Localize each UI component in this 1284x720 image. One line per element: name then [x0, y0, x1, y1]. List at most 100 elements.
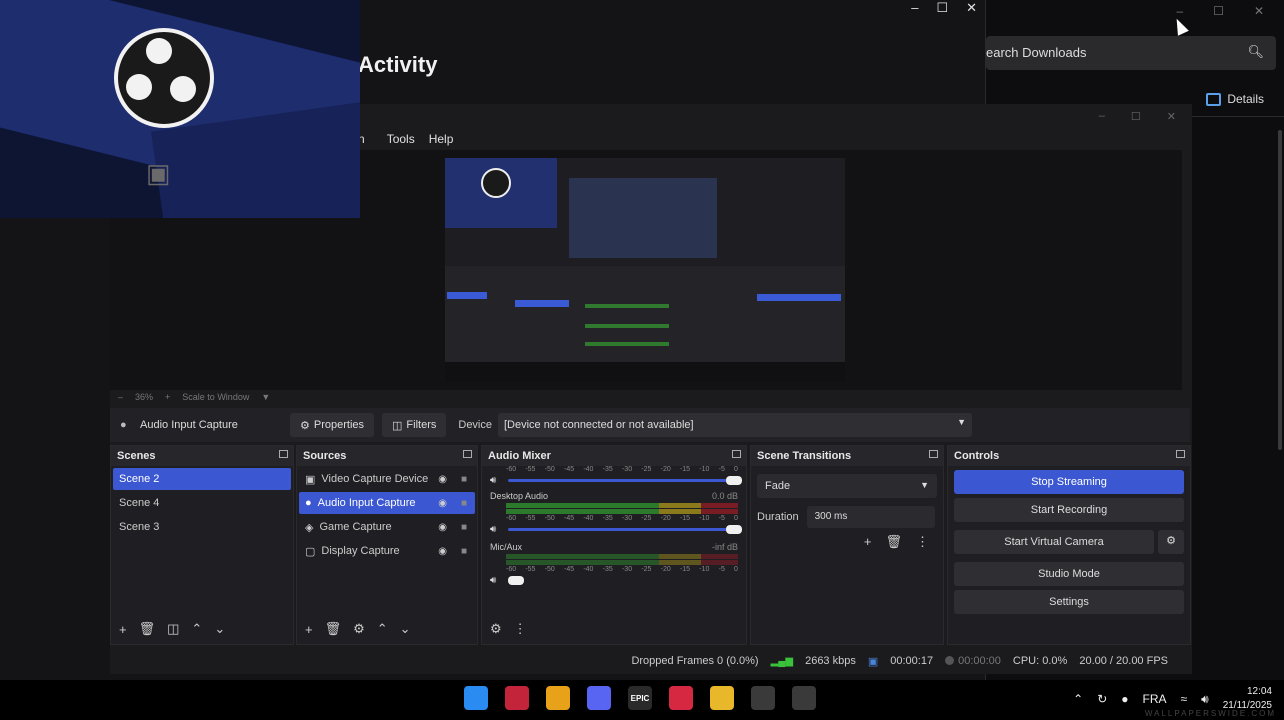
microphone-icon[interactable]: ● [1121, 692, 1128, 706]
scenes-footer: + 🗑︎ ◫ ⌃ ⌄ [111, 614, 293, 644]
app-red-icon[interactable] [505, 686, 529, 710]
camera-preview-overlay: ▣ [0, 0, 360, 218]
source-item[interactable]: ▣ Video Capture Device ◉ ■ [299, 468, 475, 490]
lock-icon[interactable]: ■ [461, 498, 467, 509]
studio-mode-button[interactable]: Studio Mode [954, 562, 1184, 586]
scene-item[interactable]: Scene 3 [113, 516, 291, 538]
search-icon[interactable]: 🔍︎ [1247, 44, 1264, 60]
obs-live-icon[interactable] [792, 686, 816, 710]
watermark: WALLPAPERSWIDE.COM [1144, 709, 1276, 718]
camera-off-icon: ▣ [146, 158, 171, 188]
add-icon[interactable]: + [305, 622, 313, 637]
source-item[interactable]: ◈ Game Capture ◉ ■ [299, 516, 475, 538]
lock-icon[interactable]: ■ [461, 546, 467, 557]
scenes-title: Scenes [117, 450, 156, 462]
zoom-out-button[interactable]: – [118, 392, 123, 402]
scale-tick: -5 [718, 466, 725, 473]
start-recording-button[interactable]: Start Recording [954, 498, 1184, 522]
duration-input[interactable]: 300 ms [806, 506, 935, 528]
maximize-button[interactable]: ☐ [936, 0, 948, 16]
trash-icon[interactable]: 🗑︎ [139, 621, 156, 637]
search-downloads-input[interactable]: earch Downloads 🔍︎ [986, 36, 1276, 70]
settings-button[interactable]: Settings [954, 590, 1184, 614]
sync-icon[interactable]: ↻ [1097, 692, 1107, 706]
chevron-up-icon[interactable]: ⌃ [377, 621, 388, 637]
windows-start-icon[interactable] [464, 686, 488, 710]
volume-slider[interactable] [508, 475, 742, 485]
preview-meter [585, 324, 669, 328]
add-icon[interactable]: + [864, 534, 872, 550]
wifi-icon[interactable]: ≈ [1181, 692, 1188, 706]
lock-icon[interactable]: ■ [461, 522, 467, 533]
scrollbar[interactable] [1278, 130, 1282, 450]
chrome-icon[interactable] [546, 686, 570, 710]
minimize-button[interactable]: – [1099, 110, 1105, 123]
virtual-camera-settings-button[interactable]: ⚙ [1158, 530, 1184, 554]
volume-slider[interactable] [508, 524, 742, 534]
scenes-dock: Scenes Scene 2 Scene 4 Scene 3 + 🗑︎ ◫ ⌃ … [110, 445, 294, 645]
details-button[interactable]: Details [1206, 92, 1264, 106]
eye-icon[interactable]: ◉ [438, 546, 447, 557]
menu-item-tools[interactable]: Tools [387, 132, 415, 146]
chevron-up-icon[interactable]: ⌃ [191, 621, 202, 637]
filter-icon[interactable]: ◫ [167, 621, 179, 637]
file-explorer-icon[interactable] [710, 686, 734, 710]
volume-icon[interactable]: 🔊︎ [1201, 692, 1209, 707]
zoom-in-button[interactable]: + [165, 392, 170, 402]
scene-item[interactable]: Scene 2 [113, 468, 291, 490]
channel-db: 0.0 dB [711, 491, 738, 501]
menu-item-help[interactable]: Help [429, 132, 454, 146]
scale-mode[interactable]: Scale to Window [182, 392, 249, 402]
close-button[interactable]: ✕ [1167, 110, 1176, 123]
undock-icon[interactable] [732, 450, 741, 458]
volume-slider[interactable] [508, 575, 736, 585]
gear-icon[interactable]: ⚙ [353, 621, 365, 637]
transition-select[interactable]: Fade ▼ [757, 474, 937, 498]
scale-tick: -35 [602, 466, 613, 473]
eye-icon[interactable]: ◉ [438, 522, 447, 533]
filters-button[interactable]: ◫ Filters [382, 413, 447, 437]
trash-icon[interactable]: 🗑︎ [885, 534, 902, 550]
undock-icon[interactable] [929, 450, 938, 458]
chevron-down-icon[interactable]: ▼ [261, 392, 270, 402]
close-button[interactable]: ✕ [1254, 4, 1264, 18]
trash-icon[interactable]: 🗑︎ [325, 621, 342, 637]
properties-button[interactable]: ⚙ Properties [290, 413, 375, 437]
eye-icon[interactable]: ◉ [438, 498, 447, 509]
lock-icon[interactable]: ■ [461, 474, 467, 485]
maximize-button[interactable]: ☐ [1131, 110, 1141, 123]
source-label: Audio Input Capture [317, 497, 416, 509]
stop-streaming-button[interactable]: Stop Streaming [954, 470, 1184, 494]
volume-knob[interactable] [726, 524, 742, 534]
gamepad-icon: ◈ [305, 521, 314, 534]
speaker-icon[interactable]: 🔊︎ [490, 575, 502, 586]
undock-icon[interactable] [279, 450, 288, 458]
more-options-icon[interactable]: ⋮ [514, 621, 527, 637]
speaker-icon[interactable]: 🔊︎ [490, 524, 502, 535]
device-select[interactable]: [Device not connected or not available] … [498, 413, 972, 437]
volume-knob[interactable] [508, 575, 524, 585]
epic-games-icon[interactable]: EPIC [628, 686, 652, 710]
start-virtual-camera-button[interactable]: Start Virtual Camera [954, 530, 1154, 554]
undock-icon[interactable] [463, 450, 472, 458]
undock-icon[interactable] [1176, 450, 1185, 458]
chevron-down-icon[interactable]: ⌄ [214, 621, 225, 637]
chevron-up-icon[interactable]: ⌃ [1073, 692, 1083, 706]
eye-icon[interactable]: ◉ [438, 474, 447, 485]
advanced-audio-icon[interactable]: ⚙ [490, 621, 502, 637]
source-item[interactable]: ● Audio Input Capture ◉ ■ [299, 492, 475, 514]
speaker-icon[interactable]: 🔊︎ [490, 475, 502, 486]
close-button[interactable]: ✕ [966, 0, 977, 16]
volume-knob[interactable] [726, 475, 742, 485]
chevron-down-icon[interactable]: ⌄ [400, 621, 411, 637]
language-indicator[interactable]: FRA [1143, 692, 1167, 706]
maximize-button[interactable]: ☐ [1213, 4, 1224, 18]
obs-icon[interactable] [751, 686, 775, 710]
minimize-button[interactable]: – [911, 0, 918, 16]
source-item[interactable]: ▢ Display Capture ◉ ■ [299, 540, 475, 562]
scene-item[interactable]: Scene 4 [113, 492, 291, 514]
more-options-icon[interactable]: ⋮ [916, 534, 929, 550]
add-icon[interactable]: + [119, 622, 127, 637]
discord-icon[interactable] [587, 686, 611, 710]
app-red-2-icon[interactable] [669, 686, 693, 710]
